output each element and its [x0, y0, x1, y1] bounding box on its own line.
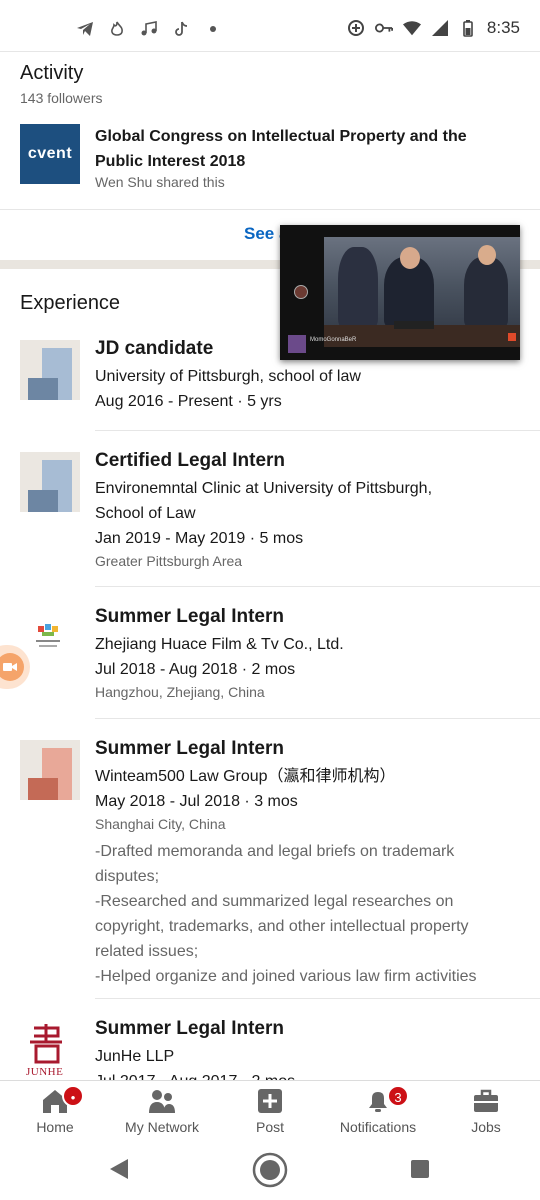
live-indicator — [508, 333, 516, 341]
telegram-icon — [76, 20, 94, 38]
experience-org-cont: School of Law — [95, 505, 196, 522]
nav-label: Post — [255, 1119, 284, 1135]
cvent-logo[interactable]: cvent — [20, 124, 80, 184]
nav-label: Home — [36, 1119, 74, 1135]
video-camera-icon — [0, 653, 24, 681]
status-time: 8:35 — [486, 18, 520, 37]
briefcase-icon — [431, 1087, 540, 1115]
nav-label: Jobs — [471, 1119, 501, 1135]
home-circle-icon[interactable] — [251, 1151, 289, 1194]
experience-description: -Drafted memoranda and legal briefs on t… — [95, 839, 525, 989]
divider — [95, 718, 540, 719]
experience-org: Environemntal Clinic at University of Pi… — [95, 480, 433, 497]
status-right-icons: 8:35 — [347, 18, 520, 38]
junhe-logo-text: JUNHE — [26, 1066, 64, 1078]
description-line: -Researched and summarized legal researc… — [95, 893, 454, 910]
activity-post-shared-by: Wen Shu shared this — [95, 174, 225, 190]
nav-label: Notifications — [339, 1119, 417, 1135]
nav-notifications[interactable]: 3 Notifications — [323, 1085, 433, 1135]
linkedin-profile-screen: 8:35 Activity 143 followers cvent Global… — [0, 0, 540, 1200]
vpn-key-icon — [374, 19, 393, 37]
experience-location: Greater Pittsburgh Area — [95, 553, 243, 569]
experience-org: JunHe LLP — [95, 1048, 175, 1065]
bottom-nav: • Home My Network Post 3 Notifications J… — [0, 1080, 540, 1140]
divider — [95, 998, 540, 999]
nav-label: My Network — [125, 1119, 199, 1135]
back-icon[interactable] — [108, 1158, 130, 1185]
junhe-logo: JUNHE — [24, 1022, 76, 1080]
huace-logo — [30, 622, 66, 652]
cvent-logo-text: cvent — [27, 145, 73, 162]
plus-square-icon — [215, 1087, 325, 1115]
status-bar: 8:35 — [0, 0, 540, 52]
data-saver-icon — [347, 19, 365, 37]
experience-location: Shanghai City, China — [95, 816, 226, 832]
experience-role: JD candidate — [95, 338, 214, 359]
divider — [0, 209, 540, 210]
channel-thumbnail — [288, 335, 306, 353]
experience-org: Winteam500 Law Group（瀛和律师机构） — [95, 768, 396, 785]
experience-role: Summer Legal Intern — [95, 606, 284, 627]
placeholder-company-logo — [20, 452, 80, 512]
tinder-icon — [108, 20, 126, 38]
floating-video-player[interactable]: MomoGonnaBeR — [280, 225, 520, 360]
experience-dates: May 2018 - Jul 2018 · 3 mos — [95, 793, 298, 810]
experience-role: Summer Legal Intern — [95, 1018, 284, 1039]
music-icon — [140, 20, 158, 38]
activity-followers: 143 followers — [20, 90, 103, 106]
experience-role: Certified Legal Intern — [95, 450, 286, 471]
video-caption: MomoGonnaBeR — [310, 337, 357, 343]
notifications-badge: 3 — [387, 1085, 409, 1107]
recents-icon[interactable] — [410, 1159, 430, 1184]
description-line: related issues; — [95, 943, 199, 960]
divider — [95, 430, 540, 431]
bell-icon — [323, 1087, 433, 1115]
people-icon — [107, 1087, 217, 1115]
nav-my-network[interactable]: My Network — [107, 1087, 217, 1135]
experience-org: University of Pittsburgh, school of law — [95, 368, 361, 385]
description-line: -Helped organize and joined various law … — [95, 968, 477, 985]
nav-home[interactable]: • Home — [0, 1085, 110, 1135]
battery-icon — [459, 19, 477, 37]
status-left-icons — [76, 20, 222, 38]
placeholder-company-logo — [20, 740, 80, 800]
dot-icon — [204, 20, 222, 38]
experience-title: Experience — [20, 292, 121, 314]
description-line: -Drafted memoranda and legal briefs on t… — [95, 843, 455, 860]
experience-role: Summer Legal Intern — [95, 738, 284, 759]
experience-location: Hangzhou, Zhejiang, China — [95, 684, 265, 700]
floating-camera-button[interactable] — [0, 645, 30, 689]
activity-post-title[interactable]: Global Congress on Intellectual Property… — [95, 124, 505, 174]
placeholder-company-logo — [20, 340, 80, 400]
experience-org: Zhejiang Huace Film & Tv Co., Ltd. — [95, 636, 344, 653]
home-badge: • — [62, 1085, 84, 1107]
description-line: disputes; — [95, 868, 160, 885]
nav-jobs[interactable]: Jobs — [431, 1087, 540, 1135]
video-frame — [324, 237, 520, 347]
wifi-icon — [402, 19, 421, 37]
description-line: copyright, trademarks, and other intelle… — [95, 918, 469, 935]
tiktok-icon — [172, 20, 190, 38]
divider — [95, 586, 540, 587]
nav-post[interactable]: Post — [215, 1087, 325, 1135]
home-icon — [0, 1087, 110, 1115]
system-nav-bar — [0, 1140, 540, 1200]
streamer-avatar — [294, 285, 308, 299]
signal-icon — [431, 19, 449, 37]
experience-dates: Aug 2016 - Present · 5 yrs — [95, 393, 282, 410]
experience-dates: Jul 2018 - Aug 2018 · 2 mos — [95, 661, 296, 678]
activity-title: Activity — [20, 62, 84, 84]
experience-dates: Jan 2019 - May 2019 · 5 mos — [95, 530, 304, 547]
